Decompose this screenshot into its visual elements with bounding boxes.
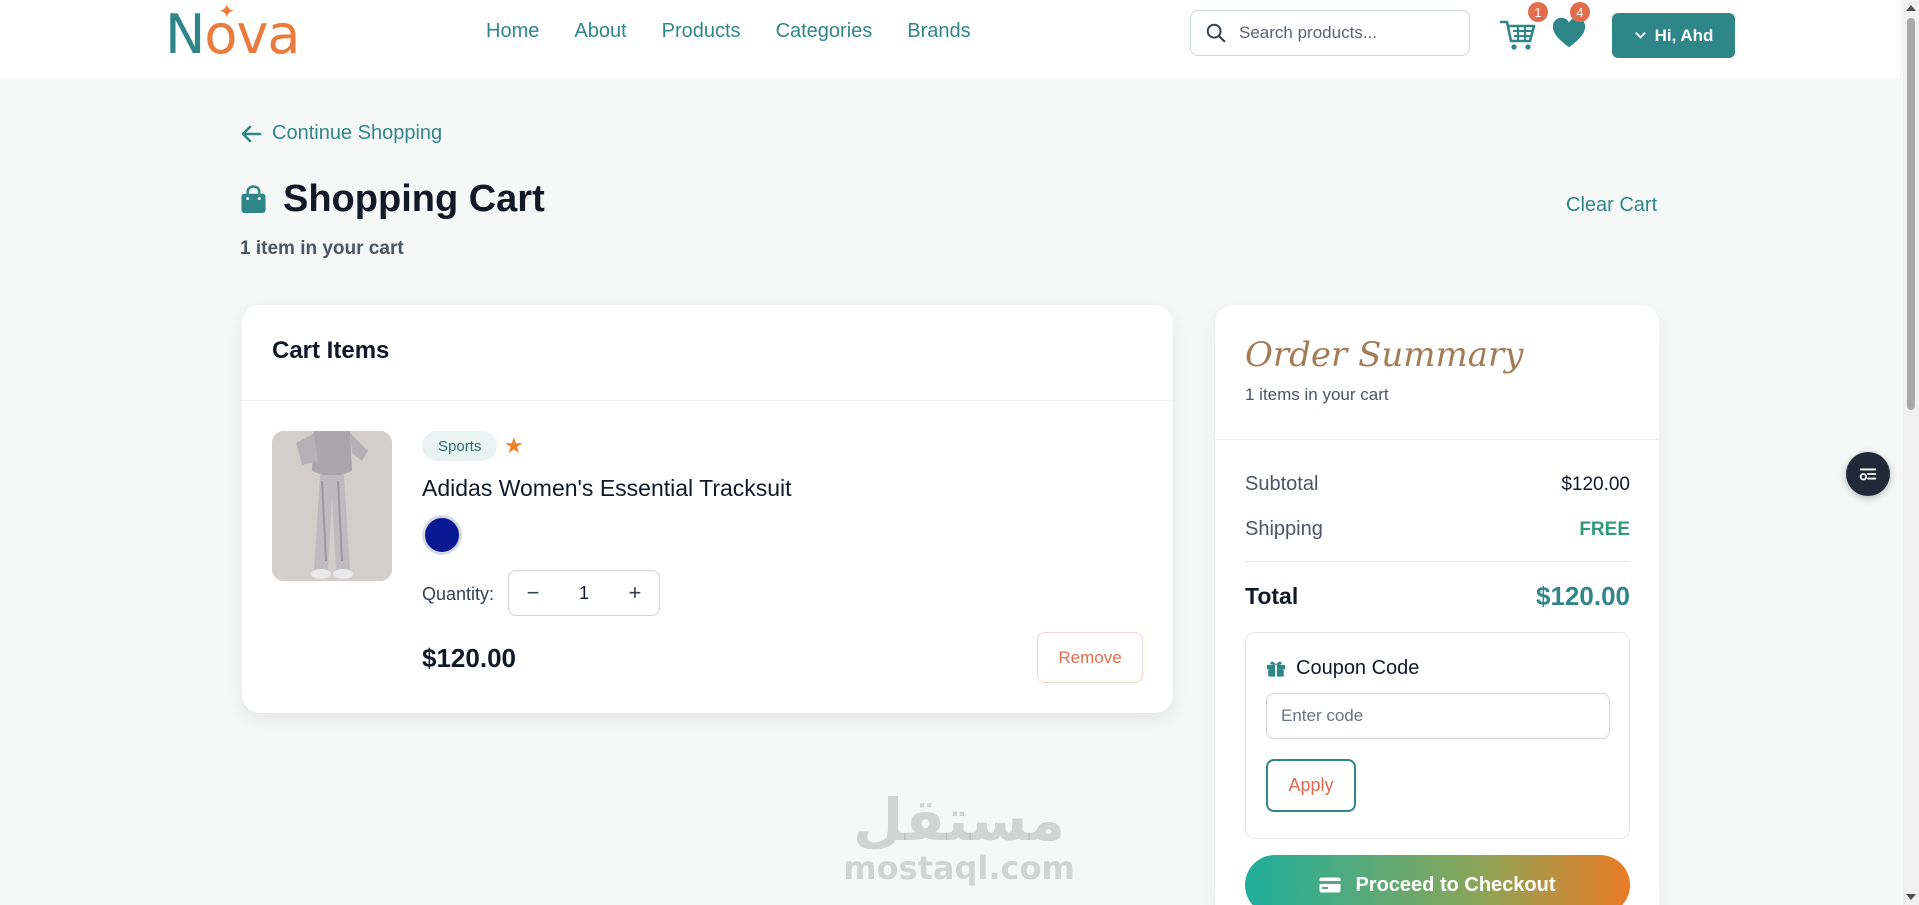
quantity-stepper: − 1 + [508, 570, 660, 616]
cart-count-badge: 1 [1528, 2, 1548, 22]
order-summary-card: Order Summary 1 items in your cart Subto… [1215, 305, 1659, 905]
main-nav: Home About Products Categories Brands [486, 20, 971, 43]
shopping-cart-heading: Shopping Cart [283, 178, 545, 220]
nav-about[interactable]: About [574, 20, 626, 43]
mostaql-watermark: مستقل mostaql.com [842, 790, 1076, 886]
cart-item-count: 1 item in your cart [240, 238, 404, 259]
watermark-arabic: مستقل [852, 786, 1066, 854]
logo-letters-va: va [236, 3, 300, 66]
nova-logo[interactable]: No ✦ va [165, 0, 301, 66]
coupon-title: Coupon Code [1266, 657, 1419, 680]
logo-sparkle-icon: ✦ [218, 0, 235, 23]
order-summary-title: Order Summary [1245, 335, 1524, 375]
remove-item-button[interactable]: Remove [1037, 632, 1143, 683]
cart-button[interactable]: 1 [1498, 2, 1548, 54]
page-title: Shopping Cart [240, 178, 545, 221]
color-swatch [422, 515, 462, 555]
nav-products[interactable]: Products [662, 20, 741, 43]
total-row: Total $120.00 [1245, 581, 1630, 612]
coupon-section: Coupon Code Apply [1245, 632, 1630, 839]
page-scrollbar[interactable] [1903, 0, 1919, 905]
subtotal-label: Subtotal [1245, 473, 1319, 495]
apply-coupon-button[interactable]: Apply [1266, 759, 1356, 812]
continue-shopping-link[interactable]: Continue Shopping [240, 122, 442, 145]
shopping-bag-icon [241, 185, 266, 213]
tracksuit-figure [272, 431, 392, 581]
quantity-value: 1 [578, 582, 589, 603]
order-summary-subtitle: 1 items in your cart [1245, 385, 1389, 404]
user-menu-button[interactable]: Hi, Ahd [1612, 13, 1735, 58]
nav-brands[interactable]: Brands [907, 20, 970, 43]
floating-menu-button[interactable] [1846, 452, 1890, 496]
increase-quantity-button[interactable]: + [623, 580, 647, 606]
gift-icon [1266, 661, 1286, 677]
scroll-thumb[interactable] [1907, 18, 1915, 410]
search-input[interactable] [1239, 23, 1459, 43]
order-summary-header: Order Summary 1 items in your cart [1215, 305, 1659, 440]
proceed-to-checkout-button[interactable]: Proceed to Checkout [1245, 855, 1630, 905]
product-name[interactable]: Adidas Women's Essential Tracksuit [422, 475, 792, 502]
search-box [1190, 10, 1470, 56]
cart-items-card: Cart Items Sports ★ Adidas Women's Essen… [242, 305, 1173, 713]
logo-letter-o: o ✦ [204, 0, 237, 66]
clear-cart-button[interactable]: Clear Cart [1566, 194, 1657, 217]
subtotal-row: Subtotal $120.00 [1245, 473, 1630, 496]
wishlist-count-badge: 4 [1570, 2, 1590, 22]
nav-categories[interactable]: Categories [776, 20, 873, 43]
wishlist-button[interactable]: 4 [1550, 2, 1590, 52]
checkout-label: Proceed to Checkout [1355, 873, 1556, 896]
watermark-latin: mostaql.com [843, 849, 1075, 887]
item-price: $120.00 [422, 643, 516, 673]
quantity-label: Quantity: [422, 584, 495, 604]
scroll-up-icon[interactable] [1906, 5, 1916, 11]
chevron-down-icon [1634, 32, 1646, 39]
category-tag: Sports [422, 431, 498, 461]
star-icon[interactable]: ★ [504, 433, 524, 459]
arrow-left-icon [241, 125, 262, 142]
shipping-label: Shipping [1245, 518, 1323, 540]
shipping-row: Shipping FREE [1245, 518, 1630, 541]
total-value: $120.00 [1536, 581, 1630, 611]
scroll-down-icon[interactable] [1906, 894, 1916, 900]
subtotal-value: $120.00 [1561, 473, 1630, 495]
top-header: No ✦ va Home About Products Categories Bra… [0, 0, 1900, 78]
list-settings-icon [1859, 468, 1877, 481]
user-greeting: Hi, Ahd [1654, 25, 1714, 45]
product-image[interactable] [272, 431, 392, 581]
shipping-value: FREE [1579, 518, 1630, 540]
logo-letter-n: N [165, 3, 205, 66]
nav-home[interactable]: Home [486, 20, 539, 43]
decrease-quantity-button[interactable]: − [521, 580, 545, 606]
summary-divider [1245, 561, 1630, 562]
credit-card-icon [1319, 877, 1341, 893]
coupon-title-text: Coupon Code [1296, 657, 1420, 679]
search-icon [1206, 23, 1226, 43]
total-label: Total [1245, 583, 1299, 609]
continue-shopping-label: Continue Shopping [272, 122, 443, 144]
coupon-code-input[interactable] [1266, 693, 1610, 739]
cart-items-heading: Cart Items [242, 305, 1173, 401]
